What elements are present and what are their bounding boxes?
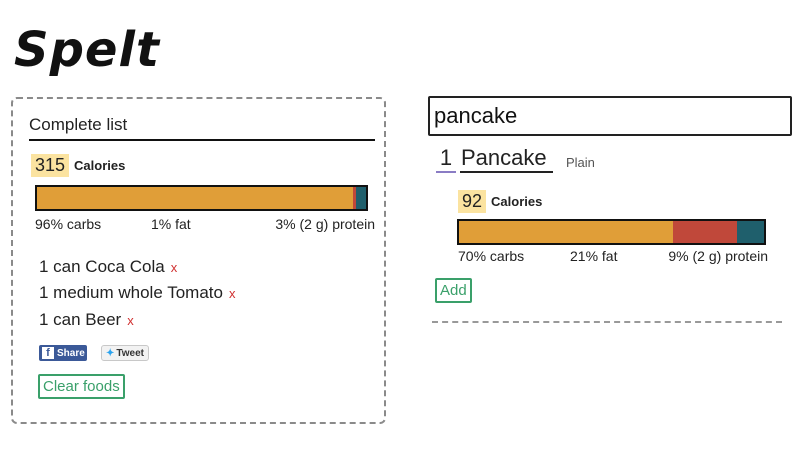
macro-bar bbox=[35, 185, 368, 211]
calorie-label: Calories bbox=[74, 158, 126, 173]
list-item: 1 can Coca Cola x bbox=[39, 257, 177, 277]
food-variant: Plain bbox=[566, 155, 595, 170]
result-calorie-summary: 92 Calories bbox=[458, 190, 542, 213]
food-name: Pancake bbox=[460, 145, 553, 173]
add-button[interactable]: Add bbox=[435, 278, 472, 303]
clear-foods-button[interactable]: Clear foods bbox=[38, 374, 125, 399]
result-calorie-label: Calories bbox=[491, 194, 543, 209]
search-input[interactable] bbox=[428, 96, 792, 136]
result-macro-bar-carbs bbox=[459, 221, 673, 243]
complete-list-panel: Complete list 315 Calories 96% carbs 1% … bbox=[11, 97, 386, 424]
calorie-count: 315 bbox=[31, 154, 70, 177]
complete-list-title: Complete list bbox=[29, 115, 375, 141]
facebook-icon: f bbox=[42, 347, 54, 359]
list-item: 1 can Beer x bbox=[39, 310, 134, 330]
remove-item-button[interactable]: x bbox=[127, 313, 134, 328]
share-label: Share bbox=[57, 347, 85, 359]
calorie-summary: 315 Calories bbox=[31, 154, 125, 177]
result-calorie-count: 92 bbox=[458, 190, 487, 213]
protein-label: 3% (2 g) protein bbox=[275, 216, 375, 232]
list-item-label: 1 can Beer bbox=[39, 310, 122, 329]
result-fat-label: 21% fat bbox=[570, 248, 618, 264]
fat-label: 1% fat bbox=[151, 216, 191, 232]
facebook-share-button[interactable]: f Share bbox=[39, 345, 87, 361]
tweet-label: Tweet bbox=[116, 347, 144, 359]
list-item: 1 medium whole Tomato x bbox=[39, 283, 235, 303]
list-item-label: 1 medium whole Tomato bbox=[39, 283, 223, 302]
macro-bar-carbs bbox=[37, 187, 353, 209]
quantity-field[interactable]: 1 bbox=[436, 145, 456, 173]
app-logo: Spelt bbox=[14, 22, 160, 78]
result-carbs-label: 70% carbs bbox=[458, 248, 525, 264]
twitter-bird-icon: ✦ bbox=[106, 347, 115, 359]
macro-labels: 96% carbs 1% fat 3% (2 g) protein bbox=[35, 216, 375, 234]
remove-item-button[interactable]: x bbox=[171, 260, 178, 275]
tweet-button[interactable]: ✦ Tweet bbox=[101, 345, 149, 361]
remove-item-button[interactable]: x bbox=[229, 286, 236, 301]
result-macro-bar-fat bbox=[672, 221, 737, 243]
result-macro-bar-protein bbox=[736, 221, 764, 243]
list-item-label: 1 can Coca Cola bbox=[39, 257, 165, 276]
result-macro-bar bbox=[457, 219, 766, 245]
section-divider bbox=[432, 321, 782, 323]
carbs-label: 96% carbs bbox=[35, 216, 102, 232]
result-protein-label: 9% (2 g) protein bbox=[668, 248, 768, 264]
result-macro-labels: 70% carbs 21% fat 9% (2 g) protein bbox=[458, 248, 768, 266]
macro-bar-protein bbox=[356, 187, 366, 209]
